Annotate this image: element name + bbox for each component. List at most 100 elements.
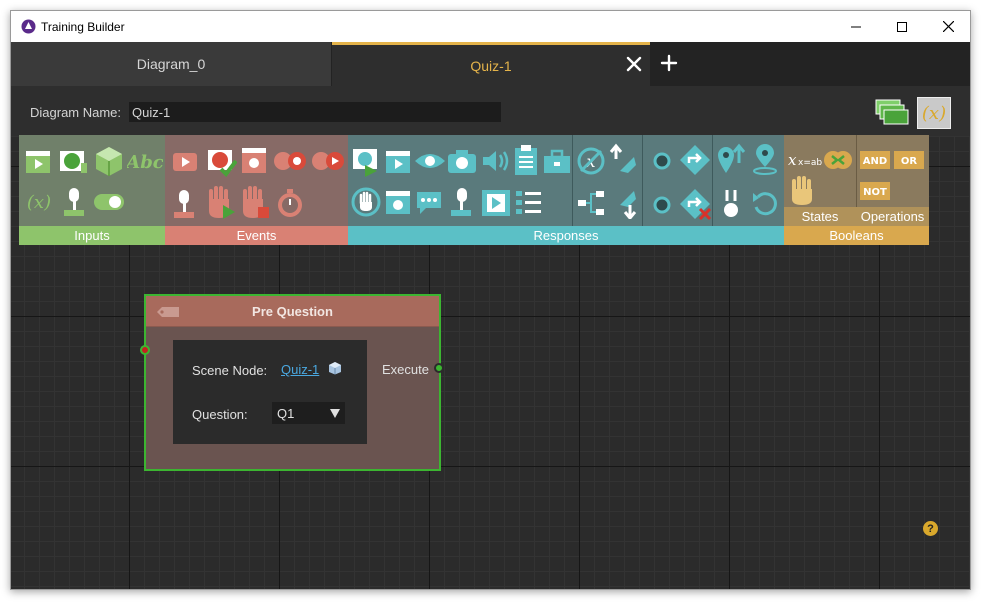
record-event-icon[interactable] bbox=[239, 145, 271, 177]
window-title: Training Builder bbox=[41, 20, 125, 34]
tab-diagram-0[interactable]: Diagram_0 bbox=[11, 42, 331, 86]
pin-up-icon[interactable] bbox=[716, 143, 746, 177]
svg-text:OR: OR bbox=[901, 156, 918, 167]
figure-icon[interactable] bbox=[718, 187, 744, 219]
text-input-icon[interactable]: Abc bbox=[127, 147, 163, 175]
title-bar: Training Builder bbox=[11, 11, 970, 42]
tag-down-icon[interactable] bbox=[608, 185, 638, 219]
eye-icon[interactable] bbox=[414, 149, 446, 173]
disable-variable-icon[interactable]: x bbox=[576, 145, 606, 177]
maximize-button[interactable] bbox=[879, 11, 925, 42]
svg-text:NOT: NOT bbox=[863, 187, 887, 198]
circle-node-icon[interactable] bbox=[650, 149, 674, 173]
list-icon[interactable] bbox=[514, 187, 544, 217]
stop-record-icon[interactable] bbox=[383, 187, 413, 217]
variable-icon[interactable]: (x) bbox=[23, 187, 55, 217]
camera-icon[interactable] bbox=[446, 147, 478, 175]
toolbox-group-responses: x bbox=[348, 135, 784, 245]
toolbox-group-events: Events bbox=[165, 135, 348, 245]
object-check-icon[interactable] bbox=[205, 145, 237, 177]
branch-icon[interactable] bbox=[576, 187, 606, 219]
question-selected-value: Q1 bbox=[277, 405, 295, 421]
reset-icon[interactable] bbox=[750, 189, 778, 217]
and-operator-icon[interactable]: AND bbox=[860, 151, 890, 169]
node-properties: Scene Node: Quiz-1 Question: Q1 bbox=[173, 340, 367, 444]
toolbox-label-booleans: Booleans bbox=[784, 226, 929, 245]
svg-text:AND: AND bbox=[863, 156, 887, 167]
question-label: Question: bbox=[192, 407, 248, 422]
add-tab-icon[interactable] bbox=[659, 53, 679, 73]
video-clip-icon[interactable] bbox=[23, 147, 53, 177]
toolbox-group-inputs: Abc (x) Inputs bbox=[19, 135, 165, 245]
maximize-icon bbox=[897, 21, 907, 32]
execute-output-port[interactable] bbox=[434, 363, 444, 373]
minimize-icon bbox=[851, 26, 861, 27]
play-object-icon[interactable] bbox=[351, 145, 381, 177]
diagram-name-input[interactable] bbox=[129, 102, 501, 122]
chevron-down-icon bbox=[330, 409, 340, 418]
tag-up-icon[interactable] bbox=[608, 143, 638, 177]
close-icon bbox=[942, 21, 954, 32]
toggle-icon[interactable] bbox=[93, 193, 125, 211]
question-select[interactable]: Q1 bbox=[272, 402, 345, 424]
play-video-icon[interactable] bbox=[383, 147, 413, 177]
hand-state-icon[interactable] bbox=[788, 175, 816, 207]
close-tab-icon[interactable] bbox=[625, 55, 643, 73]
node-toolbox: Abc (x) Inputs Events Responses x x=ab S… bbox=[19, 135, 929, 245]
toolbox-label-inputs: Inputs bbox=[19, 226, 165, 245]
goto-cancel-icon[interactable] bbox=[678, 187, 712, 221]
node-header[interactable]: Pre Question bbox=[146, 296, 439, 327]
microphone-icon[interactable] bbox=[448, 185, 476, 219]
toolbox-label-operations: Operations bbox=[856, 207, 929, 226]
joystick-icon[interactable] bbox=[61, 185, 89, 219]
state-compare-icon[interactable] bbox=[822, 149, 854, 171]
tab-label: Quiz-1 bbox=[470, 57, 512, 74]
trigger-icon[interactable] bbox=[171, 187, 199, 221]
audio-icon[interactable] bbox=[480, 147, 510, 175]
diagram-name-bar: Diagram Name: (x) bbox=[11, 86, 970, 136]
film-play-icon[interactable] bbox=[480, 187, 512, 219]
hand-play-icon[interactable] bbox=[205, 185, 237, 221]
toolbox-label-states: States bbox=[784, 207, 856, 226]
layers-icon[interactable] bbox=[875, 98, 909, 126]
scene-node-label: Scene Node: bbox=[192, 363, 268, 378]
hand-reset-icon[interactable] bbox=[351, 185, 381, 219]
not-operator-icon[interactable]: NOT bbox=[860, 182, 890, 200]
close-window-button[interactable] bbox=[925, 11, 970, 42]
compare-off-icon[interactable] bbox=[273, 149, 307, 173]
node-title: Pre Question bbox=[252, 304, 333, 319]
location-icon[interactable] bbox=[750, 143, 780, 177]
variable-compare-icon[interactable]: x x=abc bbox=[786, 149, 822, 171]
chat-icon[interactable] bbox=[414, 189, 444, 217]
variable-x-icon: (x) bbox=[922, 103, 946, 124]
3d-cube-icon[interactable] bbox=[93, 145, 125, 177]
tab-quiz-1[interactable]: Quiz-1 bbox=[332, 42, 650, 86]
help-icon[interactable]: ? bbox=[923, 521, 938, 536]
variables-button[interactable]: (x) bbox=[917, 97, 951, 129]
pre-question-node[interactable]: Pre Question Scene Node: Quiz-1 Question… bbox=[140, 294, 444, 471]
tab-label: Diagram_0 bbox=[136, 56, 206, 72]
toolbox-group-booleans: x x=abc States AND OR NOT Operations Boo… bbox=[784, 135, 929, 245]
goto-icon[interactable] bbox=[678, 143, 712, 177]
or-operator-icon[interactable]: OR bbox=[894, 151, 924, 169]
timer-icon[interactable] bbox=[275, 187, 305, 219]
video-event-icon[interactable] bbox=[170, 147, 200, 177]
cube-icon bbox=[329, 362, 341, 375]
scene-node-link[interactable]: Quiz-1 bbox=[281, 362, 319, 377]
execute-output-label: Execute bbox=[382, 362, 429, 377]
compare-on-icon[interactable] bbox=[311, 149, 345, 173]
svg-text:Abc: Abc bbox=[127, 152, 163, 173]
svg-text:(x): (x) bbox=[922, 103, 946, 124]
svg-text:x: x bbox=[788, 151, 797, 169]
diagram-name-label: Diagram Name: bbox=[30, 105, 122, 120]
scene-object-icon[interactable] bbox=[57, 145, 89, 177]
svg-text:x=abc: x=abc bbox=[798, 158, 822, 168]
clipboard-icon[interactable] bbox=[512, 143, 540, 177]
toolbox-icon[interactable] bbox=[542, 147, 572, 175]
svg-text:(x): (x) bbox=[27, 192, 51, 213]
input-port[interactable] bbox=[140, 345, 150, 355]
hand-stop-icon[interactable] bbox=[239, 185, 271, 221]
tab-bar: Diagram_0 Quiz-1 bbox=[11, 42, 970, 86]
minimize-button[interactable] bbox=[833, 11, 879, 42]
circle-node-off-icon[interactable] bbox=[650, 193, 674, 217]
